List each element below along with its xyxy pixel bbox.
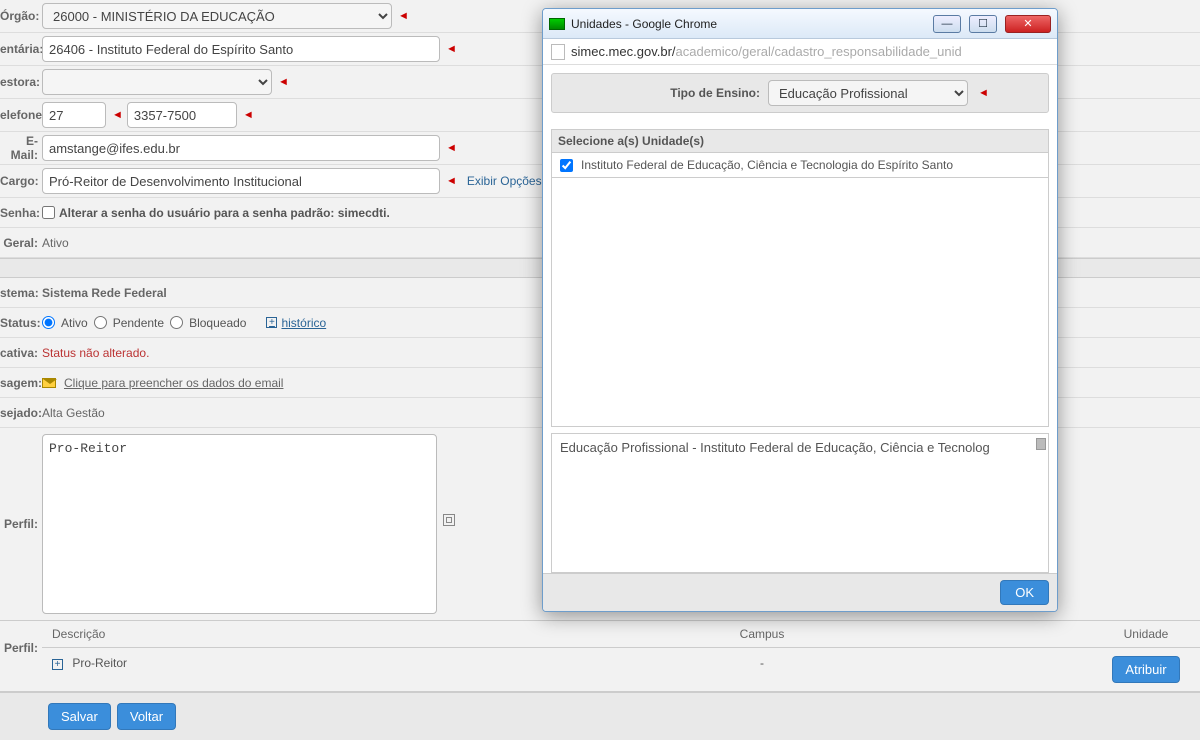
required-marker: ◄ [112, 109, 123, 121]
sagem-link[interactable]: Clique para preencher os dados do email [64, 376, 283, 390]
tipo-ensino-select[interactable]: Educação Profissional [768, 80, 968, 106]
label-cargo: Cargo: [0, 174, 42, 188]
table-row: + Pro-Reitor [42, 648, 432, 691]
label-perfil2: Perfil: [0, 621, 42, 691]
selecione-header: Selecione a(s) Unidade(s) [551, 129, 1049, 153]
cell-unidade: Atribuir [1092, 648, 1200, 691]
perfil-textarea[interactable] [42, 434, 437, 614]
orgao-select[interactable]: 26000 - MINISTÉRIO DA EDUCAÇÃO [42, 3, 392, 29]
perfil-table: Perfil: Descrição Campus Unidade + Pro-R… [0, 620, 1200, 692]
tipo-ensino-row: Tipo de Ensino: Educação Profissional ◄ [551, 73, 1049, 113]
action-bar: Salvar Voltar [0, 692, 1200, 740]
cell-campus: - [432, 648, 1092, 691]
url-host: simec.mec.gov.br/ [571, 44, 676, 59]
ok-button[interactable]: OK [1000, 580, 1049, 605]
telefone-ddd-input[interactable] [42, 102, 106, 128]
estora-select[interactable] [42, 69, 272, 95]
unit-row: Instituto Federal de Educação, Ciência e… [551, 153, 1049, 178]
app-icon [549, 18, 565, 30]
voltar-button[interactable]: Voltar [117, 703, 176, 730]
mail-icon [42, 378, 56, 388]
senha-checkbox[interactable] [42, 206, 55, 219]
historico-link[interactable]: + histórico [266, 316, 326, 330]
status-pendente-radio[interactable] [94, 316, 107, 329]
label-estora: estora: [0, 75, 42, 89]
address-bar[interactable]: simec.mec.gov.br/academico/geral/cadastr… [543, 39, 1057, 65]
telefone-num-input[interactable] [127, 102, 237, 128]
cargo-input[interactable] [42, 168, 440, 194]
email-input[interactable] [42, 135, 440, 161]
col-unidade: Unidade [1092, 621, 1200, 648]
label-perfil: Perfil: [0, 517, 42, 531]
minimize-button[interactable]: — [933, 15, 961, 33]
atribuir-button[interactable]: Atribuir [1112, 656, 1179, 683]
popup-titlebar[interactable]: Unidades - Google Chrome — ☐ ✕ [543, 9, 1057, 39]
tipo-ensino-label: Tipo de Ensino: [560, 86, 760, 100]
plus-icon: + [266, 317, 277, 328]
status-ativo-radio[interactable] [42, 316, 55, 329]
unit-list-spacer [551, 178, 1049, 427]
label-cativa: cativa: [0, 346, 42, 360]
required-marker: ◄ [446, 43, 457, 55]
label-senha: Senha: [0, 206, 42, 220]
popup-window: Unidades - Google Chrome — ☐ ✕ simec.mec… [542, 8, 1058, 612]
label-sagem: sagem: [0, 376, 42, 390]
popup-title: Unidades - Google Chrome [571, 17, 925, 31]
salvar-button[interactable]: Salvar [48, 703, 111, 730]
col-descricao: Descrição [42, 621, 432, 648]
page-icon [551, 44, 565, 60]
expand-icon[interactable] [443, 514, 455, 526]
label-telefone: elefone: [0, 108, 42, 122]
unit-name: Instituto Federal de Educação, Ciência e… [581, 158, 953, 172]
label-entaria: entária: [0, 42, 42, 56]
geral-value: Ativo [42, 236, 69, 250]
required-marker: ◄ [446, 175, 457, 187]
popup-footer: OK [543, 573, 1057, 611]
sistema-value: Sistema Rede Federal [42, 286, 167, 300]
label-sejado: sejado: [0, 406, 42, 420]
senha-checkbox-label[interactable]: Alterar a senha do usuário para a senha … [42, 206, 390, 220]
entaria-input[interactable] [42, 36, 440, 62]
unit-checkbox[interactable] [560, 159, 573, 172]
label-geral: Geral: [0, 236, 42, 250]
result-box[interactable]: Educação Profissional - Instituto Federa… [551, 433, 1049, 573]
label-status: Status: [0, 316, 42, 330]
expand-row-icon[interactable]: + [52, 659, 63, 670]
col-campus: Campus [432, 621, 1092, 648]
sejado-value: Alta Gestão [42, 406, 105, 420]
required-marker: ◄ [243, 109, 254, 121]
maximize-button[interactable]: ☐ [969, 15, 997, 33]
required-marker: ◄ [978, 87, 989, 99]
url-path: academico/geral/cadastro_responsabilidad… [676, 44, 962, 59]
required-marker: ◄ [278, 76, 289, 88]
label-email: E-Mail: [0, 134, 42, 162]
status-bloqueado-radio[interactable] [170, 316, 183, 329]
required-marker: ◄ [398, 10, 409, 22]
label-orgao: Órgão: [0, 9, 42, 23]
exibir-opcoes-link[interactable]: Exibir Opções [467, 174, 542, 188]
scroll-up-icon[interactable] [1036, 438, 1046, 450]
cativa-value: Status não alterado. [42, 346, 149, 360]
required-marker: ◄ [446, 142, 457, 154]
close-button[interactable]: ✕ [1005, 15, 1051, 33]
label-sistema: stema: [0, 286, 42, 300]
